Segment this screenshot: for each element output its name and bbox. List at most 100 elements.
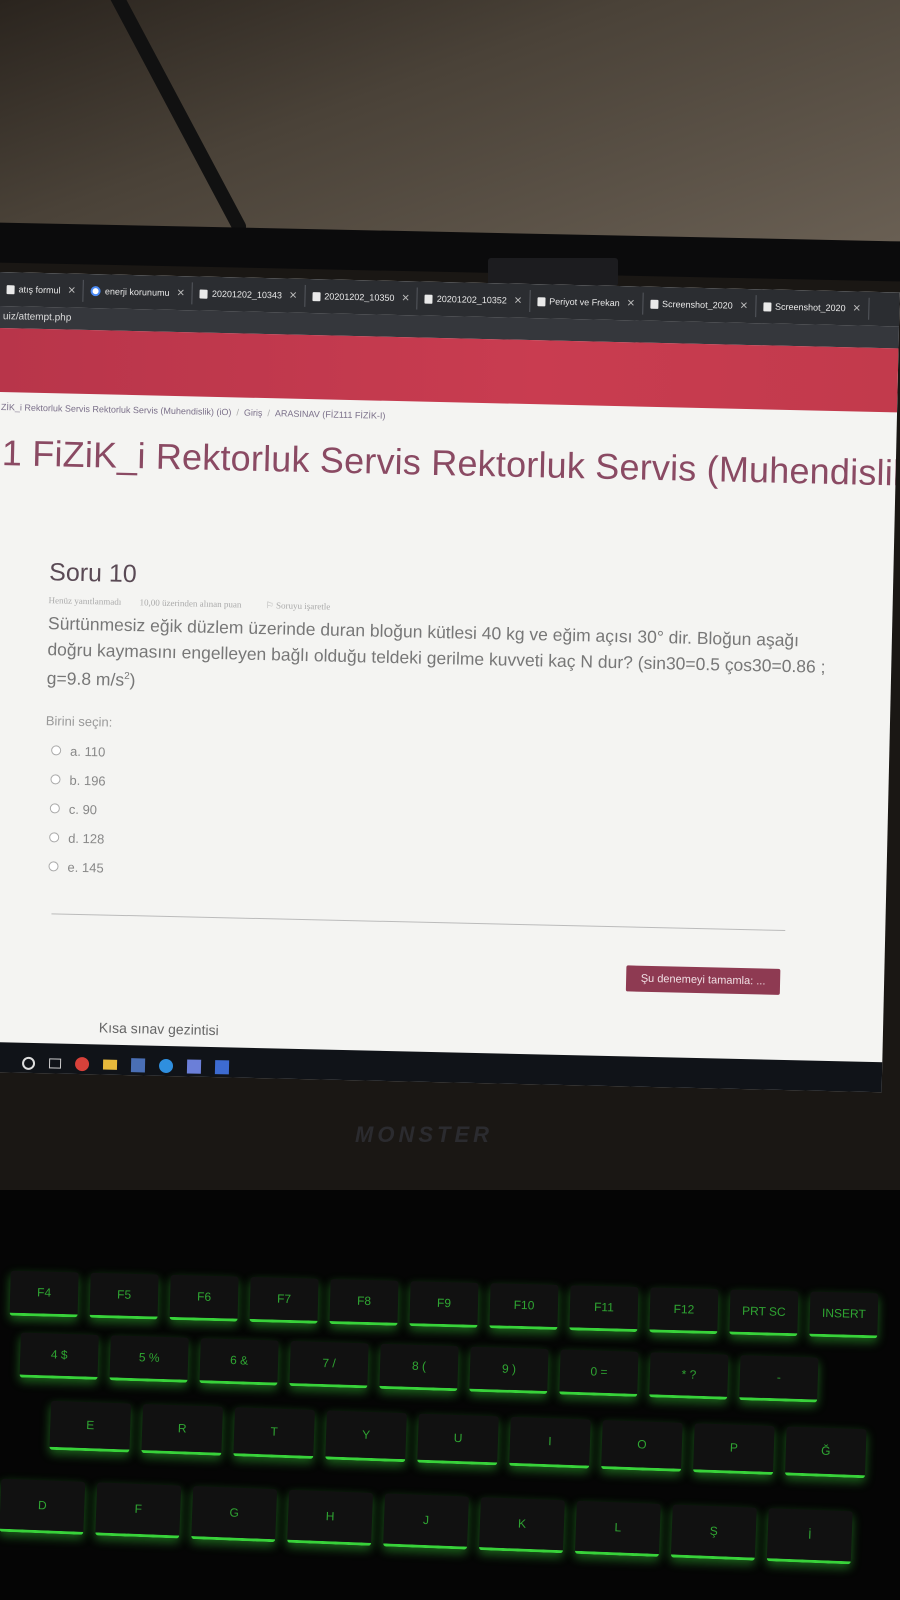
key[interactable]: P xyxy=(693,1423,775,1476)
key[interactable]: Y xyxy=(325,1410,407,1463)
breadcrumb-section[interactable]: ARASINAV (FİZ111 FİZİK-I) xyxy=(275,408,386,421)
key[interactable]: H xyxy=(287,1489,374,1546)
document-icon xyxy=(762,301,772,312)
tab-label: enerji korunumu xyxy=(104,286,170,298)
close-icon[interactable]: ✕ xyxy=(627,298,636,309)
app-icon[interactable] xyxy=(186,1059,202,1074)
close-icon[interactable]: ✕ xyxy=(852,303,861,314)
key[interactable]: F4 xyxy=(9,1270,79,1318)
browser-tab[interactable]: Screenshot_2020 ✕ xyxy=(642,292,757,318)
webcam xyxy=(488,258,618,286)
document-app-icon[interactable] xyxy=(214,1060,230,1075)
key[interactable]: I xyxy=(509,1416,591,1469)
question-text: Sürtünmesiz eğik düzlem üzerinde duran b… xyxy=(46,613,826,691)
radio-button[interactable] xyxy=(51,745,62,756)
answer-list: a. 110 b. 196 c. 90 d. 128 e. 145 xyxy=(48,736,825,899)
document-icon xyxy=(650,299,659,309)
browser-tab[interactable]: 20201202_10352 ✕ xyxy=(417,287,531,313)
key[interactable]: F6 xyxy=(169,1274,239,1322)
browser-tab[interactable]: 20201202_10343 ✕ xyxy=(192,282,306,307)
browser-tab[interactable]: atış formul ✕ xyxy=(0,277,85,302)
key[interactable]: Ş xyxy=(670,1504,757,1561)
tab-label: 20201202_10350 xyxy=(324,291,395,303)
close-icon[interactable]: ✕ xyxy=(514,295,523,306)
key[interactable]: INSERT xyxy=(809,1291,879,1339)
chrome-icon[interactable] xyxy=(74,1056,90,1072)
close-icon[interactable]: ✕ xyxy=(176,288,185,299)
close-icon[interactable]: ✕ xyxy=(740,300,749,311)
key[interactable]: O xyxy=(601,1420,683,1472)
key[interactable]: 6 & xyxy=(199,1338,279,1386)
key[interactable]: F12 xyxy=(649,1287,719,1335)
browser-tab[interactable]: 20201202_10350 ✕ xyxy=(305,284,419,310)
close-icon[interactable]: ✕ xyxy=(67,285,76,296)
browser-tab[interactable]: Screenshot_2020 ✕ xyxy=(755,295,870,320)
document-icon xyxy=(312,291,321,301)
page-title: 1 FiZiK_i Rektorluk Servis Rektorluk Ser… xyxy=(1,432,900,496)
key[interactable]: U xyxy=(417,1413,499,1466)
tab-label: 20201202_10352 xyxy=(436,293,507,306)
google-icon xyxy=(90,286,102,297)
key[interactable]: F8 xyxy=(329,1279,399,1326)
laptop-logo: MONSTER xyxy=(355,1122,493,1147)
breadcrumb: ZİK_i Rektorluk Servis Rektorluk Servis … xyxy=(0,402,386,421)
key[interactable]: 0 = xyxy=(559,1349,639,1397)
key[interactable]: R xyxy=(141,1403,223,1456)
key[interactable]: F9 xyxy=(409,1281,479,1328)
key[interactable]: L xyxy=(574,1500,661,1557)
quiz-navigation-label[interactable]: Kısa sınav gezintisi xyxy=(99,1019,219,1038)
key[interactable]: F10 xyxy=(489,1283,559,1330)
key[interactable]: F5 xyxy=(89,1272,159,1320)
key[interactable]: 4 $ xyxy=(19,1332,99,1380)
search-icon[interactable] xyxy=(21,1056,36,1070)
store-icon[interactable] xyxy=(130,1058,146,1073)
breadcrumb-course[interactable]: ZİK_i Rektorluk Servis Rektorluk Servis … xyxy=(1,402,232,417)
key[interactable]: PRT SC xyxy=(729,1289,799,1337)
radio-button[interactable] xyxy=(49,803,60,814)
key[interactable]: F xyxy=(95,1482,182,1539)
taskbar xyxy=(0,1041,900,1093)
key[interactable]: D xyxy=(0,1478,86,1535)
key[interactable]: J xyxy=(383,1493,469,1550)
flag-label: Soruyu işaretle xyxy=(275,600,331,612)
divider xyxy=(51,913,786,931)
close-icon[interactable]: ✕ xyxy=(289,290,298,301)
question-status: Henüz yanıtlanmadı xyxy=(48,595,122,607)
key[interactable]: 9 ) xyxy=(469,1346,549,1395)
key[interactable]: T xyxy=(233,1407,315,1459)
key[interactable]: 7 / xyxy=(289,1340,369,1389)
key[interactable]: Ğ xyxy=(784,1426,867,1479)
tab-label: Screenshot_2020 xyxy=(662,299,733,311)
keyboard-row: 4 $ 5 % 6 & 7 / 8 ( 9 ) 0 = * ? - xyxy=(19,1332,819,1403)
folder-icon[interactable] xyxy=(102,1059,118,1070)
key[interactable]: 5 % xyxy=(109,1335,189,1383)
document-icon xyxy=(537,296,546,306)
question-points: 10,00 üzerinden alınan puan xyxy=(139,597,242,610)
laptop-screen: atış formul ✕ enerji korunumu ✕ 20201202_1… xyxy=(0,272,900,1093)
edge-icon[interactable] xyxy=(158,1058,174,1074)
browser-tab[interactable]: Periyot ve Frekan ✕ xyxy=(529,290,644,315)
document-icon xyxy=(424,294,433,304)
key[interactable]: E xyxy=(49,1400,132,1453)
flag-question-link[interactable]: ⚐ Soruyu işaretle xyxy=(266,600,331,611)
keyboard-row: F4 F5 F6 F7 F8 F9 F10 F11 F12 PRT SC INS… xyxy=(9,1270,879,1339)
document-icon xyxy=(6,284,15,294)
key[interactable]: - xyxy=(739,1355,819,1403)
key[interactable]: K xyxy=(478,1497,565,1554)
key[interactable]: F7 xyxy=(249,1276,319,1324)
tab-label: Periyot ve Frekan xyxy=(549,296,620,309)
key[interactable]: İ xyxy=(766,1508,853,1565)
radio-button[interactable] xyxy=(49,832,60,843)
radio-button[interactable] xyxy=(48,861,59,872)
tab-label: atış formul xyxy=(18,284,61,296)
key[interactable]: 8 ( xyxy=(379,1343,459,1392)
key[interactable]: * ? xyxy=(649,1352,729,1400)
finish-attempt-button[interactable]: Şu denemeyi tamamla: ... xyxy=(625,965,781,995)
key[interactable]: F11 xyxy=(569,1285,639,1333)
breadcrumb-home[interactable]: Giriş xyxy=(244,408,263,418)
key[interactable]: G xyxy=(191,1486,278,1543)
radio-button[interactable] xyxy=(50,774,61,785)
task-view-icon[interactable] xyxy=(48,1058,62,1069)
browser-tab[interactable]: enerji korunumu ✕ xyxy=(83,279,194,305)
close-icon[interactable]: ✕ xyxy=(401,293,410,304)
